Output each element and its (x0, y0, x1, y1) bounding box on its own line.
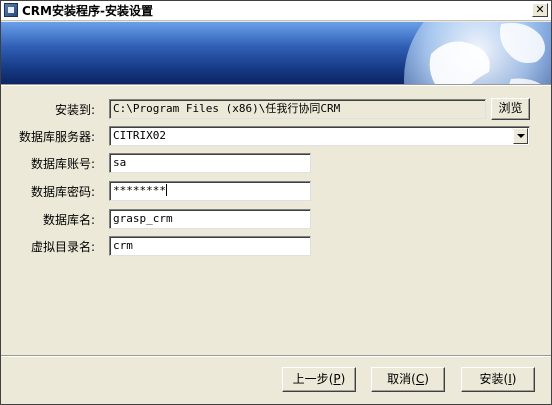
db-user-field[interactable]: sa (109, 153, 311, 173)
text-caret (165, 184, 167, 196)
db-password-value: ******** (113, 184, 166, 197)
header-banner (1, 22, 551, 84)
install-path-field[interactable]: C:\Program Files (x86)\任我行协同CRM (109, 99, 486, 119)
db-server-label: 数据库服务器: (18, 130, 95, 144)
installer-icon (4, 3, 18, 17)
prev-button[interactable]: 上一步(P) (282, 367, 356, 392)
globe-icon (404, 22, 551, 84)
prev-accel: P (333, 372, 341, 386)
prev-button-label: 上一步 (292, 372, 329, 386)
db-server-select[interactable]: CITRIX02 (109, 126, 530, 146)
cancel-button-label: 取消 (387, 372, 412, 386)
cancel-accel: C (415, 372, 425, 386)
footer-divider (1, 355, 551, 357)
title-bar[interactable]: CRM安装程序-安装设置 ✕ (1, 1, 551, 21)
db-server-value: CITRIX02 (113, 129, 166, 142)
cancel-button[interactable]: 取消(C) (371, 367, 445, 392)
virtual-dir-label: 虚拟目录名: (30, 240, 95, 254)
db-password-label: 数据库密码: (30, 185, 95, 199)
install-path-label: 安装到: (54, 103, 95, 117)
banner-divider (1, 84, 551, 86)
install-button-label: 安装 (479, 372, 504, 386)
install-accel: I (508, 372, 512, 386)
db-user-label: 数据库账号: (30, 157, 95, 171)
close-icon[interactable]: ✕ (532, 3, 548, 17)
chevron-down-icon[interactable] (513, 128, 528, 144)
install-button[interactable]: 安装(I) (461, 367, 535, 392)
window-title: CRM安装程序-安装设置 (22, 4, 153, 18)
installer-window: CRM安装程序-安装设置 ✕ 安装到: C:\Program Files (x8… (0, 0, 552, 405)
db-password-field[interactable]: ******** (109, 181, 311, 201)
virtual-dir-field[interactable]: crm (109, 236, 311, 256)
db-name-field[interactable]: grasp_crm (109, 209, 311, 229)
browse-button[interactable]: 浏览 (491, 98, 530, 120)
db-name-label: 数据库名: (42, 213, 95, 227)
